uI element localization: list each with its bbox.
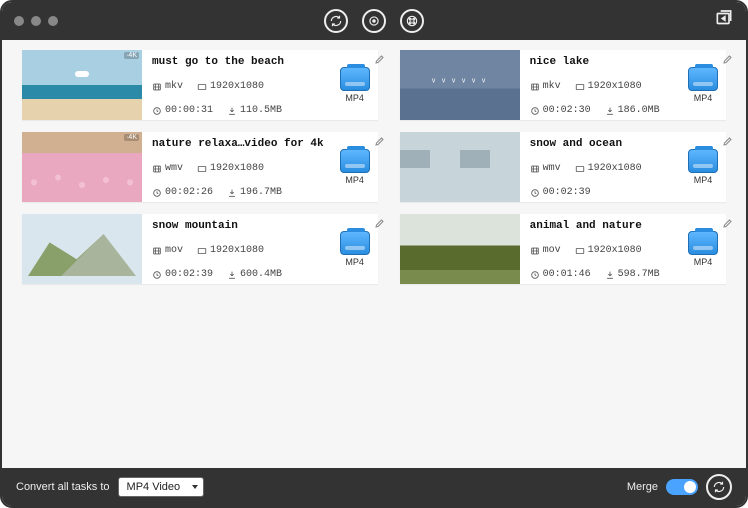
resolution: 1920x1080 <box>197 163 264 174</box>
resolution: 1920x1080 <box>575 163 642 174</box>
format-label: MP4 <box>345 257 364 267</box>
convert-tab-icon[interactable] <box>324 9 348 33</box>
output-format[interactable]: MP4 <box>680 50 726 120</box>
video-meta: nice lake mkv 1920x1080 00:02:30 186.0MB <box>520 50 680 120</box>
video-title: must go to the beach <box>152 56 324 68</box>
duration: 00:02:26 <box>152 187 213 198</box>
title-bar <box>2 2 746 40</box>
container-format: mov <box>152 245 183 256</box>
edit-icon[interactable] <box>374 134 386 152</box>
output-format[interactable]: MP4 <box>680 214 726 284</box>
format-card-icon <box>340 67 370 91</box>
library-icon[interactable] <box>714 9 734 34</box>
download-tab-icon[interactable] <box>362 9 386 33</box>
container-format: mov <box>530 245 561 256</box>
video-title: snow mountain <box>152 220 324 232</box>
edit-icon[interactable] <box>722 52 734 70</box>
bottom-bar: Convert all tasks to MP4 Video Merge <box>2 468 746 506</box>
edit-icon[interactable] <box>374 216 386 234</box>
video-thumbnail[interactable] <box>400 50 520 120</box>
duration: 00:02:39 <box>152 269 213 280</box>
format-card-icon <box>340 231 370 255</box>
file-size: 196.7MB <box>227 187 282 198</box>
video-meta: snow and ocean wmv 1920x1080 00:02:39 <box>520 132 680 202</box>
format-label: MP4 <box>694 175 713 185</box>
resolution: 1920x1080 <box>575 81 642 92</box>
output-format[interactable]: MP4 <box>680 132 726 202</box>
merge-toggle[interactable] <box>666 479 698 495</box>
video-thumbnail[interactable] <box>400 132 520 202</box>
resolution: 1920x1080 <box>575 245 642 256</box>
resolution: 1920x1080 <box>197 81 264 92</box>
video-card[interactable]: nice lake mkv 1920x1080 00:02:30 186.0MB MP4 <box>400 50 726 120</box>
output-format[interactable]: MP4 <box>332 50 378 120</box>
badge-4k: ·4K <box>124 52 139 59</box>
format-card-icon <box>688 231 718 255</box>
merge-label: Merge <box>627 481 658 493</box>
badge-4k: ·4K <box>124 134 139 141</box>
format-card-icon <box>688 67 718 91</box>
file-size: 600.4MB <box>227 269 282 280</box>
video-meta: snow mountain mov 1920x1080 00:02:39 600.4MB <box>142 214 332 284</box>
video-card[interactable]: animal and nature mov 1920x1080 00:01:46 598… <box>400 214 726 284</box>
duration: 00:02:39 <box>530 187 591 198</box>
video-title: animal and nature <box>530 220 672 232</box>
format-card-icon <box>340 149 370 173</box>
container-format: mkv <box>530 81 561 92</box>
window-controls[interactable] <box>14 16 58 26</box>
video-grid: ·4K must go to the beach mkv 1920x1080 00:00… <box>2 40 746 468</box>
output-format[interactable]: MP4 <box>332 214 378 284</box>
duration: 00:01:46 <box>530 269 591 280</box>
convert-all-label: Convert all tasks to <box>16 481 110 493</box>
video-title: nice lake <box>530 56 672 68</box>
video-card[interactable]: snow and ocean wmv 1920x1080 00:02:39 MP4 <box>400 132 726 202</box>
video-card[interactable]: snow mountain mov 1920x1080 00:02:39 600.4MB… <box>22 214 378 284</box>
edit-icon[interactable] <box>722 216 734 234</box>
video-card[interactable]: ·4K must go to the beach mkv 1920x1080 00:00… <box>22 50 378 120</box>
duration: 00:00:31 <box>152 105 213 116</box>
container-format: wmv <box>152 163 183 174</box>
video-meta: animal and nature mov 1920x1080 00:01:46 598… <box>520 214 680 284</box>
video-meta: nature relaxa…video for 4k wmv 1920x1080 00… <box>142 132 332 202</box>
minimize-dot[interactable] <box>31 16 41 26</box>
video-meta: must go to the beach mkv 1920x1080 00:00:31… <box>142 50 332 120</box>
format-label: MP4 <box>694 93 713 103</box>
format-card-icon <box>688 149 718 173</box>
edit-icon[interactable] <box>722 134 734 152</box>
duration: 00:02:30 <box>530 105 591 116</box>
edit-icon[interactable] <box>374 52 386 70</box>
video-thumbnail[interactable] <box>22 214 142 284</box>
video-title: snow and ocean <box>530 138 672 150</box>
format-label: MP4 <box>345 93 364 103</box>
container-format: wmv <box>530 163 561 174</box>
resolution: 1920x1080 <box>197 245 264 256</box>
start-convert-button[interactable] <box>706 474 732 500</box>
format-label: MP4 <box>694 257 713 267</box>
video-thumbnail[interactable]: ·4K <box>22 132 142 202</box>
maximize-dot[interactable] <box>48 16 58 26</box>
app-window: ·4K must go to the beach mkv 1920x1080 00:00… <box>0 0 748 508</box>
format-label: MP4 <box>345 175 364 185</box>
video-title: nature relaxa…video for 4k <box>152 138 324 150</box>
container-format: mkv <box>152 81 183 92</box>
close-dot[interactable] <box>14 16 24 26</box>
file-size: 186.0MB <box>605 105 660 116</box>
video-thumbnail[interactable]: ·4K <box>22 50 142 120</box>
file-size: 598.7MB <box>605 269 660 280</box>
video-card[interactable]: ·4K nature relaxa…video for 4k wmv 1920x108… <box>22 132 378 202</box>
video-thumbnail[interactable] <box>400 214 520 284</box>
file-size: 110.5MB <box>227 105 282 116</box>
output-format[interactable]: MP4 <box>332 132 378 202</box>
output-format-select[interactable]: MP4 Video <box>118 477 204 497</box>
media-tab-icon[interactable] <box>400 9 424 33</box>
